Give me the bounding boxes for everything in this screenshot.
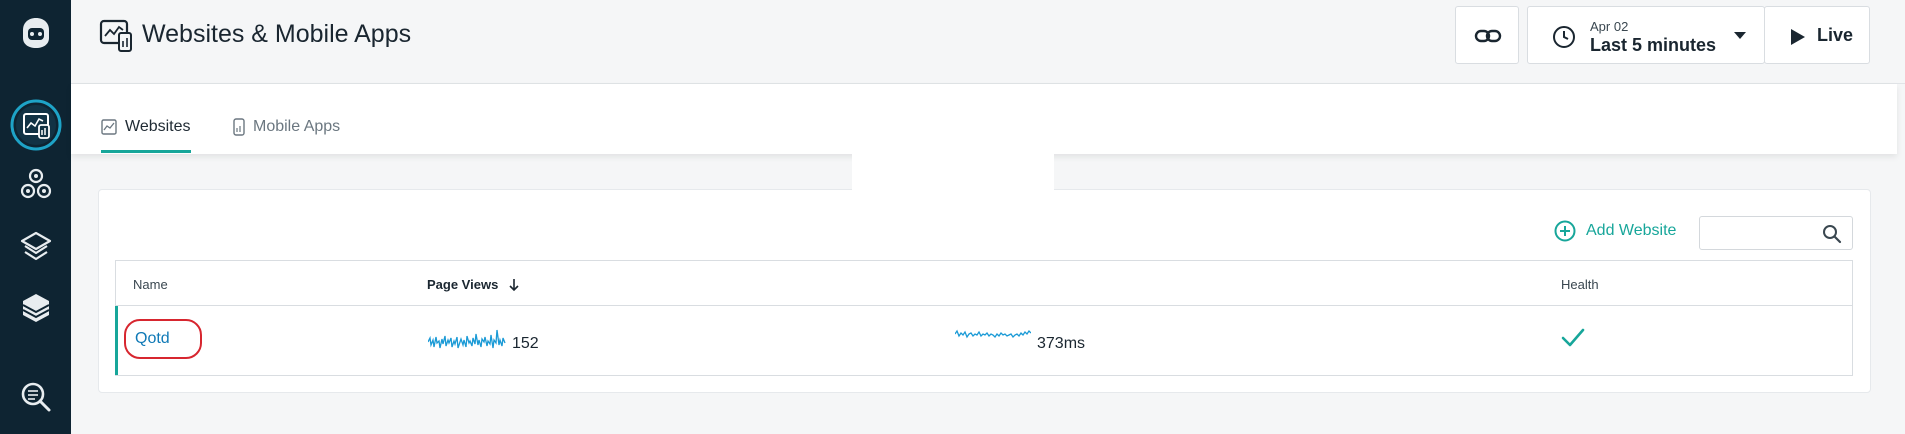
live-label: Live: [1817, 25, 1854, 45]
time-range-picker[interactable]: Apr 02 Last 5 minutes: [1527, 6, 1765, 64]
plus-circle-icon: [1554, 220, 1576, 242]
overlay-panel: [852, 150, 1054, 265]
play-icon: [1791, 29, 1805, 45]
search-icon[interactable]: [1822, 224, 1842, 244]
website-name-link[interactable]: Qotd: [124, 319, 202, 359]
live-button[interactable]: Live: [1764, 6, 1870, 64]
link-icon: [1474, 29, 1502, 43]
tab-websites[interactable]: Websites: [101, 118, 191, 136]
load-time-sparkline: [955, 329, 1031, 339]
page-header: Websites & Mobile Apps Apr 02 Last 5 min…: [71, 0, 1905, 84]
add-website-label: Add Website: [1586, 222, 1677, 239]
load-time-value: 373ms: [1037, 335, 1086, 352]
chart-icon: [101, 119, 117, 135]
tab-label: Websites: [125, 118, 191, 135]
column-label: Page Views: [427, 277, 499, 292]
table-row[interactable]: Qotd 152 373ms: [115, 306, 1852, 375]
tab-mobile-apps[interactable]: Mobile Apps: [233, 118, 340, 136]
tabs-bar: Websites Mobile Apps: [71, 84, 1897, 154]
tab-label: Mobile Apps: [253, 118, 341, 135]
time-date: Apr 02: [1590, 19, 1629, 34]
sort-arrow-down-icon: [509, 278, 519, 291]
logo-icon[interactable]: [0, 16, 71, 50]
page-views-sparkline: [428, 329, 506, 349]
websites-icon[interactable]: [0, 99, 71, 151]
column-header-name[interactable]: Name: [133, 277, 168, 292]
row-accent-bar: [115, 306, 118, 375]
infrastructure-icon[interactable]: [0, 168, 71, 202]
copy-link-button[interactable]: [1455, 6, 1519, 64]
analyze-icon[interactable]: [0, 380, 71, 414]
search-field[interactable]: [1699, 216, 1853, 250]
table-header: Name Page Views Health: [116, 261, 1852, 306]
chevron-down-icon: [1734, 32, 1746, 39]
checkmark-icon: [1561, 328, 1585, 347]
clock-icon: [1553, 26, 1575, 48]
page-views-value: 152: [512, 335, 539, 352]
column-header-page-views[interactable]: Page Views: [427, 277, 520, 292]
page-title: Websites & Mobile Apps: [142, 20, 412, 48]
websites-table: Name Page Views Health Qotd 152 373ms: [115, 260, 1853, 376]
time-range-label: Last 5 minutes: [1590, 35, 1717, 55]
column-header-health[interactable]: Health: [1561, 277, 1599, 292]
applications-icon[interactable]: [0, 291, 71, 325]
mobile-icon: [233, 118, 245, 136]
sidebar: [0, 0, 71, 434]
active-tab-indicator: [101, 150, 191, 153]
search-input[interactable]: [1706, 217, 1820, 249]
add-website-button[interactable]: Add Website: [1554, 220, 1676, 242]
platform-icon[interactable]: [0, 230, 71, 264]
websites-page-icon: [99, 19, 133, 58]
